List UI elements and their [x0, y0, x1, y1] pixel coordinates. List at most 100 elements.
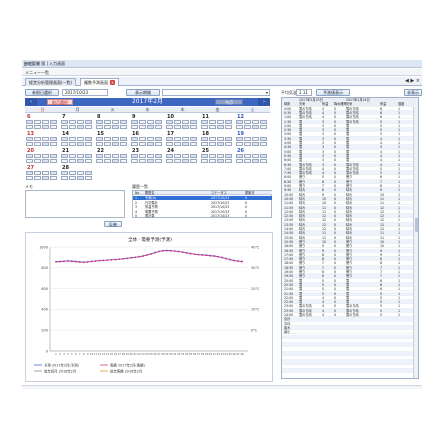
- day-slot[interactable]: [61, 176, 68, 180]
- day-slot[interactable]: [182, 137, 189, 141]
- day-slot[interactable]: [166, 120, 173, 124]
- day-slot[interactable]: [42, 120, 49, 124]
- day-slot[interactable]: [77, 154, 84, 158]
- day-slot[interactable]: [209, 159, 216, 163]
- day-slot[interactable]: [50, 176, 57, 180]
- day-slot[interactable]: [139, 154, 146, 158]
- day-slot[interactable]: [50, 120, 57, 124]
- calendar-day[interactable]: 23: [130, 148, 165, 165]
- calendar-day[interactable]: 27: [25, 165, 60, 182]
- day-slot[interactable]: [50, 154, 57, 158]
- day-slot[interactable]: [147, 120, 154, 124]
- day-slot[interactable]: [61, 120, 68, 124]
- day-slot[interactable]: [244, 142, 251, 146]
- this-month-button[interactable]: 今月: [215, 99, 243, 105]
- day-slot[interactable]: [77, 125, 84, 129]
- day-slot[interactable]: [96, 120, 103, 124]
- day-slot[interactable]: [190, 120, 197, 124]
- calendar-day[interactable]: 28: [60, 165, 95, 182]
- day-slot[interactable]: [34, 142, 41, 146]
- day-slot[interactable]: [50, 125, 57, 129]
- day-slot[interactable]: [77, 142, 84, 146]
- day-slot[interactable]: [131, 125, 138, 129]
- day-slot[interactable]: [174, 125, 181, 129]
- day-slot[interactable]: [61, 142, 68, 146]
- display-period-button[interactable]: 表示期間: [126, 89, 160, 96]
- day-slot[interactable]: [26, 171, 33, 175]
- day-slot[interactable]: [96, 154, 103, 158]
- day-slot[interactable]: [96, 142, 103, 146]
- day-slot[interactable]: [26, 125, 33, 129]
- day-slot[interactable]: [236, 159, 243, 163]
- day-slot[interactable]: [77, 137, 84, 141]
- day-slot[interactable]: [69, 176, 76, 180]
- day-slot[interactable]: [104, 159, 111, 163]
- day-slot[interactable]: [61, 159, 68, 163]
- day-slot[interactable]: [236, 125, 243, 129]
- calendar-day[interactable]: 22: [95, 148, 130, 165]
- day-slot[interactable]: [120, 120, 127, 124]
- calendar-day[interactable]: 7: [60, 114, 95, 131]
- day-slot[interactable]: [236, 154, 243, 158]
- day-slot[interactable]: [120, 142, 127, 146]
- day-slot[interactable]: [166, 159, 173, 163]
- scrollbar[interactable]: [413, 98, 418, 378]
- day-slot[interactable]: [244, 125, 251, 129]
- day-slot[interactable]: [85, 137, 92, 141]
- day-slot[interactable]: [131, 142, 138, 146]
- day-slot[interactable]: [42, 171, 49, 175]
- calendar-day[interactable]: 25: [200, 148, 235, 165]
- calendar-day[interactable]: 16: [130, 131, 165, 148]
- day-slot[interactable]: [260, 142, 267, 146]
- day-slot[interactable]: [61, 171, 68, 175]
- day-slot[interactable]: [182, 142, 189, 146]
- day-slot[interactable]: [147, 154, 154, 158]
- day-slot[interactable]: [69, 159, 76, 163]
- day-slot[interactable]: [182, 120, 189, 124]
- day-slot[interactable]: [42, 137, 49, 141]
- day-slot[interactable]: [120, 159, 127, 163]
- day-slot[interactable]: [155, 137, 162, 141]
- day-slot[interactable]: [85, 154, 92, 158]
- day-slot[interactable]: [104, 154, 111, 158]
- day-slot[interactable]: [104, 125, 111, 129]
- day-slot[interactable]: [166, 154, 173, 158]
- list-item[interactable]: 2 日次集計 2017/10/23 0: [133, 201, 272, 205]
- day-slot[interactable]: [69, 137, 76, 141]
- day-slot[interactable]: [34, 137, 41, 141]
- calendar-day[interactable]: 14: [60, 131, 95, 148]
- day-slot[interactable]: [42, 159, 49, 163]
- day-slot[interactable]: [139, 142, 146, 146]
- day-slot[interactable]: [244, 159, 251, 163]
- day-slot[interactable]: [244, 120, 251, 124]
- calendar-day[interactable]: 19: [235, 131, 270, 148]
- display-period-select[interactable]: ▾: [162, 89, 270, 96]
- day-slot[interactable]: [209, 120, 216, 124]
- day-slot[interactable]: [260, 154, 267, 158]
- day-slot[interactable]: [85, 142, 92, 146]
- day-slot[interactable]: [244, 137, 251, 141]
- day-slot[interactable]: [42, 142, 49, 146]
- day-slot[interactable]: [131, 154, 138, 158]
- day-slot[interactable]: [104, 142, 111, 146]
- day-slot[interactable]: [252, 125, 259, 129]
- day-slot[interactable]: [104, 137, 111, 141]
- day-slot[interactable]: [174, 142, 181, 146]
- day-slot[interactable]: [34, 125, 41, 129]
- day-slot[interactable]: [236, 120, 243, 124]
- list-item[interactable]: 3 気温予測 2017/10/23 0: [133, 205, 272, 209]
- tab-forecast[interactable]: 複数予測画面 ×: [80, 78, 119, 86]
- tab-management-list[interactable]: 経営分析管理画面(一覧): [25, 78, 77, 86]
- calendar-day[interactable]: 13: [25, 131, 60, 148]
- day-slot[interactable]: [209, 142, 216, 146]
- day-slot[interactable]: [85, 159, 92, 163]
- day-slot[interactable]: [260, 120, 267, 124]
- day-slot[interactable]: [112, 125, 119, 129]
- day-slot[interactable]: [26, 137, 33, 141]
- day-slot[interactable]: [112, 120, 119, 124]
- day-slot[interactable]: [85, 176, 92, 180]
- day-slot[interactable]: [26, 120, 33, 124]
- avg-temp-field[interactable]: 2.11: [296, 89, 312, 96]
- day-slot[interactable]: [77, 176, 84, 180]
- day-slot[interactable]: [50, 159, 57, 163]
